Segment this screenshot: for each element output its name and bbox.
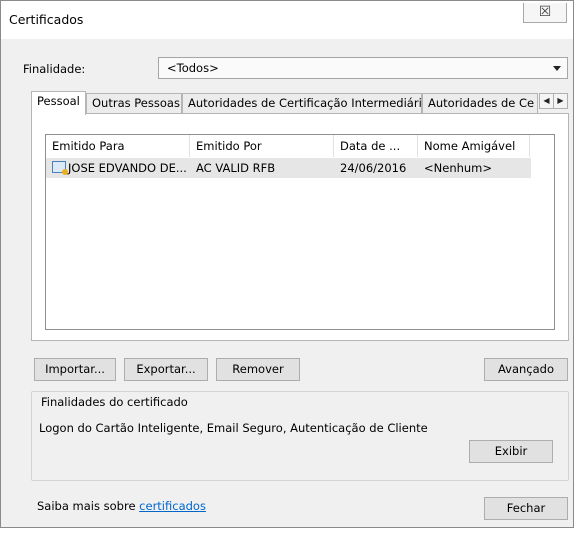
certificate-list[interactable]: Emitido Para Emitido Por Data de ... Nom… bbox=[45, 134, 555, 330]
list-header: Emitido Para Emitido Por Data de ... Nom… bbox=[46, 135, 554, 157]
remove-button[interactable]: Remover bbox=[216, 358, 300, 381]
learn-more: Saiba mais sobre certificados bbox=[37, 499, 206, 513]
cell-issued-by: AC VALID RFB bbox=[196, 161, 276, 175]
advanced-button[interactable]: Avançado bbox=[484, 358, 568, 381]
column-header-filler bbox=[530, 135, 554, 157]
close-button[interactable]: Fechar bbox=[484, 497, 568, 520]
column-header-issued-to[interactable]: Emitido Para bbox=[46, 135, 190, 157]
tab-strip: Pessoal Outras Pessoas Autoridades de Ce… bbox=[31, 91, 569, 115]
window-title: Certificados bbox=[9, 12, 84, 27]
chevron-down-icon bbox=[553, 66, 561, 71]
purposes-legend: Finalidades do certificado bbox=[39, 395, 190, 409]
purposes-text: Logon do Cartão Inteligente, Email Segur… bbox=[39, 421, 428, 435]
certificates-link[interactable]: certificados bbox=[139, 499, 206, 513]
view-button[interactable]: Exibir bbox=[469, 440, 553, 463]
tab-panel: Emitido Para Emitido Por Data de ... Nom… bbox=[31, 113, 569, 341]
export-button[interactable]: Exportar... bbox=[124, 358, 208, 381]
cell-issued-to: JOSE EDVANDO DE... bbox=[68, 161, 187, 175]
column-header-issued-by[interactable]: Emitido Por bbox=[190, 135, 334, 157]
cell-date: 24/06/2016 bbox=[340, 161, 407, 175]
purpose-select-value: <Todos> bbox=[167, 61, 219, 75]
tab-autoridades-intermediarias[interactable]: Autoridades de Certificação Intermediári… bbox=[182, 93, 422, 114]
title-bar: Certificados ☒ bbox=[1, 1, 573, 39]
tab-outras-pessoas[interactable]: Outras Pessoas bbox=[86, 93, 182, 114]
tab-scroll-left-icon[interactable]: ◀ bbox=[539, 93, 554, 109]
column-header-date[interactable]: Data de ... bbox=[334, 135, 418, 157]
purpose-select[interactable]: <Todos> bbox=[158, 57, 568, 79]
learn-more-text: Saiba mais sobre bbox=[37, 499, 140, 513]
close-icon[interactable]: ☒ bbox=[523, 3, 567, 23]
table-row[interactable]: JOSE EDVANDO DE... AC VALID RFB 24/06/20… bbox=[46, 158, 531, 178]
cell-friendly-name: <Nenhum> bbox=[424, 161, 493, 175]
purpose-label: Finalidade: bbox=[23, 62, 86, 76]
column-header-friendly-name[interactable]: Nome Amigável bbox=[418, 135, 530, 157]
tab-autoridades-raiz[interactable]: Autoridades de Ce bbox=[422, 93, 538, 114]
import-button[interactable]: Importar... bbox=[34, 358, 116, 381]
certificates-dialog: Certificados ☒ Finalidade: <Todos> Pesso… bbox=[0, 0, 574, 528]
tab-pessoal[interactable]: Pessoal bbox=[31, 91, 86, 115]
tab-scroll-right-icon[interactable]: ▶ bbox=[553, 93, 568, 109]
